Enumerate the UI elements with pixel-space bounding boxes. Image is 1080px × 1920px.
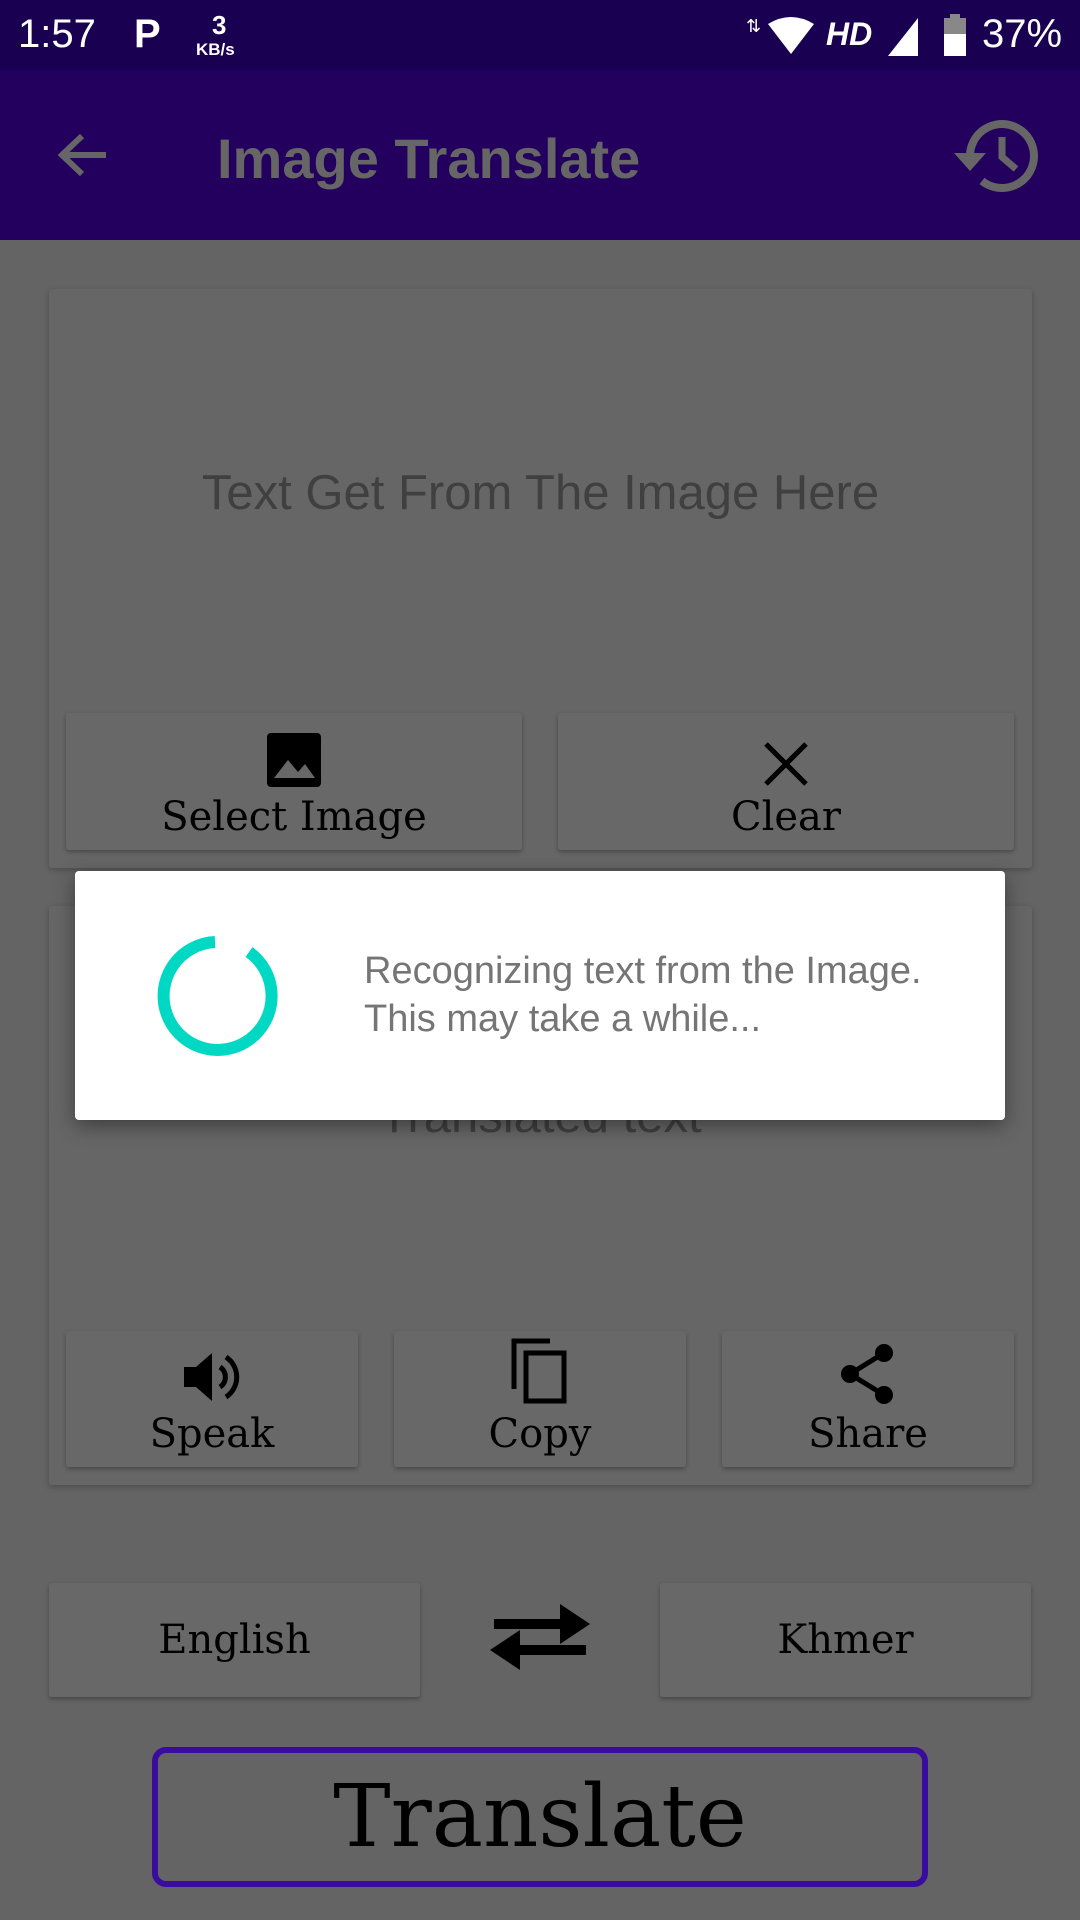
- clock: 1:57: [18, 12, 96, 56]
- select-image-label: Select Image: [161, 794, 427, 840]
- swap-horizontal-icon[interactable]: [484, 1594, 596, 1678]
- share-icon: [841, 1344, 893, 1404]
- page-title: Image Translate: [217, 127, 641, 190]
- share-button[interactable]: Share: [722, 1331, 1014, 1467]
- net-speed-unit: KB/s: [196, 40, 235, 59]
- loading-spinner-icon: [157, 936, 278, 1056]
- share-label: Share: [808, 1411, 928, 1457]
- image-icon: [267, 733, 321, 787]
- target-language-button[interactable]: Khmer: [660, 1583, 1031, 1697]
- signal-icon: [888, 18, 918, 56]
- source-language-label: English: [158, 1617, 311, 1663]
- wifi-icon: [768, 17, 814, 54]
- hd-indicator: HD: [826, 16, 873, 52]
- net-speed-value: 3: [212, 10, 227, 40]
- clear-label: Clear: [730, 794, 842, 840]
- source-language-button[interactable]: English: [49, 1583, 420, 1697]
- source-text-placeholder[interactable]: Text Get From The Image Here: [49, 465, 1032, 521]
- speak-label: Speak: [149, 1411, 275, 1457]
- translate-button[interactable]: Translate: [152, 1747, 928, 1887]
- p-icon: P: [134, 12, 161, 56]
- target-language-label: Khmer: [777, 1617, 914, 1663]
- progress-message: Recognizing text from the Image. This ma…: [364, 950, 922, 1040]
- copy-label: Copy: [488, 1411, 592, 1457]
- battery-percent: 37%: [982, 12, 1063, 56]
- battery-icon: [944, 14, 966, 56]
- history-icon[interactable]: [950, 115, 1040, 195]
- status-bar: 1:57 P 3 KB/s ⇅ HD 37%: [0, 0, 1080, 70]
- copy-icon: [511, 1338, 567, 1404]
- arrow-left-icon[interactable]: [56, 128, 110, 182]
- speaker-icon: [184, 1353, 240, 1401]
- clear-button[interactable]: Clear: [558, 713, 1014, 850]
- progress-dialog: Recognizing text from the Image. This ma…: [75, 871, 1005, 1120]
- data-arrows-icon: ⇅: [746, 16, 762, 36]
- toolbar: Image Translate: [0, 70, 1080, 240]
- copy-button[interactable]: Copy: [394, 1331, 686, 1467]
- speak-button[interactable]: Speak: [66, 1331, 358, 1467]
- translate-label: Translate: [333, 1767, 747, 1867]
- close-icon: [764, 742, 808, 786]
- select-image-button[interactable]: Select Image: [66, 713, 522, 850]
- source-text-card: Text Get From The Image Here Select Imag…: [49, 289, 1032, 868]
